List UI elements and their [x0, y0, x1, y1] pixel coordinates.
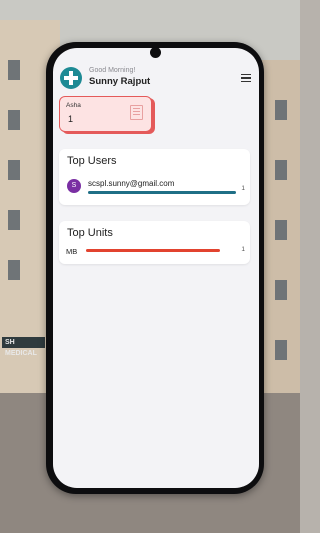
top-units-title: Top Units [67, 227, 113, 239]
avatar: S [67, 179, 81, 193]
greeting-text: Good Morning! [89, 67, 136, 74]
app-screen: Good Morning! Sunny Rajput Asha 1 Top Us… [53, 48, 259, 488]
top-users-card: Top Users S scspl.sunny@gmail.com 1 [59, 149, 250, 205]
unit-name[interactable]: MB [66, 247, 77, 256]
menu-icon[interactable] [241, 74, 251, 82]
user-email[interactable]: scspl.sunny@gmail.com [88, 179, 174, 188]
document-icon [130, 105, 143, 120]
stat-label: Asha [66, 102, 81, 109]
user-count: 1 [241, 185, 245, 192]
user-progress-bar [88, 191, 236, 194]
camera-notch [150, 47, 161, 58]
unit-progress-bar [86, 249, 220, 252]
top-users-title: Top Users [67, 155, 117, 167]
asha-stat-card[interactable]: Asha 1 [59, 96, 152, 132]
background-sign: SH MEDICAL [2, 337, 45, 357]
user-name: Sunny Rajput [89, 76, 151, 87]
unit-count: 1 [241, 246, 245, 253]
top-units-card: Top Units MB 1 [59, 221, 250, 264]
app-logo-icon [60, 67, 82, 89]
stat-value: 1 [68, 114, 74, 124]
